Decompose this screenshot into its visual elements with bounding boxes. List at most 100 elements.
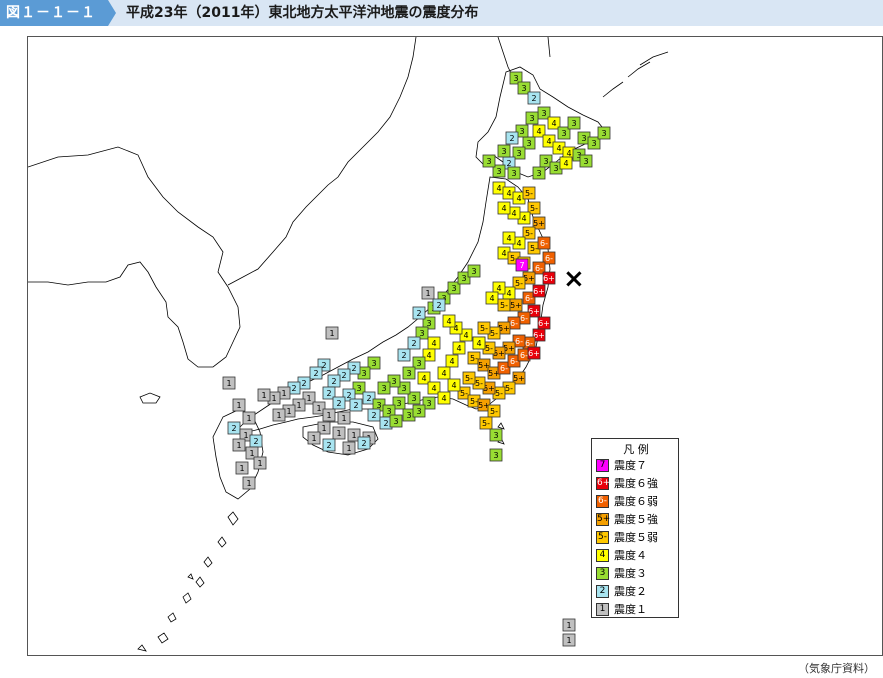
legend-label: 震度６弱 <box>614 495 658 508</box>
station-marker: 2 <box>327 374 341 388</box>
svg-text:5-: 5- <box>460 389 468 398</box>
legend-item: 4 震度４ <box>596 547 678 565</box>
station-marker: 4 <box>502 231 516 245</box>
svg-text:1: 1 <box>281 389 286 398</box>
svg-text:6-: 6- <box>520 351 528 360</box>
svg-text:3: 3 <box>426 399 431 408</box>
svg-text:2: 2 <box>383 419 388 428</box>
map-svg: 33234333334444 333233332334 33334445-5-444… <box>28 37 669 652</box>
intensity-map: 3 3 2 3 4 3 3 3 3 3 4 4 4 4 3 3 3 2 3 3 3 3 2 3 3 4 3 3 3 3 4 4 4 5- 5- 4 4 4… <box>27 36 883 656</box>
legend-title: 凡 例 <box>623 443 649 456</box>
svg-text:6+: 6+ <box>538 319 550 328</box>
svg-text:1: 1 <box>286 407 291 416</box>
station-marker: 5- <box>522 186 536 200</box>
svg-text:4: 4 <box>456 344 461 353</box>
svg-text:2: 2 <box>509 134 514 143</box>
station-marker: 3 <box>567 116 581 130</box>
svg-text:5+: 5+ <box>510 301 522 310</box>
legend-swatch: 6+ <box>596 477 611 490</box>
station-marker: 6+ <box>542 271 556 285</box>
station-marker: 3 <box>497 144 511 158</box>
svg-text:1: 1 <box>566 636 571 645</box>
svg-text:4: 4 <box>551 119 556 128</box>
station-marker: 2 <box>407 336 421 350</box>
svg-text:6-: 6- <box>525 294 533 303</box>
svg-text:5-: 5- <box>525 229 533 238</box>
legend-label: 震度５弱 <box>614 531 658 544</box>
svg-text:4: 4 <box>489 294 494 303</box>
svg-text:2: 2 <box>353 401 358 410</box>
svg-text:3: 3 <box>543 157 548 166</box>
legend-swatch: 5- <box>596 531 609 544</box>
legend-item: 2 震度２ <box>596 583 678 601</box>
svg-text:3: 3 <box>361 369 366 378</box>
svg-text:1: 1 <box>236 401 241 410</box>
svg-text:2: 2 <box>336 399 341 408</box>
svg-text:4: 4 <box>506 289 511 298</box>
svg-text:4: 4 <box>563 159 568 168</box>
svg-text:4: 4 <box>496 184 501 193</box>
legend-swatch: 4 <box>596 549 609 562</box>
station-marker: 5- <box>497 298 511 312</box>
legend-label: 震度６強 <box>614 477 658 490</box>
legend-label: 震度１ <box>614 603 647 616</box>
svg-text:4: 4 <box>476 339 481 348</box>
svg-text:1: 1 <box>316 404 321 413</box>
station-marker: 3 <box>579 154 593 168</box>
station-marker: 2 <box>367 408 381 422</box>
svg-text:3: 3 <box>581 134 586 143</box>
svg-text:2: 2 <box>531 94 536 103</box>
svg-text:5-: 5- <box>505 384 513 393</box>
svg-text:2: 2 <box>326 389 331 398</box>
legend-item: 6+ 震度６強 <box>596 475 678 493</box>
station-marker: 1 <box>562 618 576 632</box>
legend-item: 5- 震度５弱 <box>596 529 678 547</box>
svg-text:6-: 6- <box>545 254 553 263</box>
legend-item: 7 震度７ <box>596 457 678 475</box>
svg-text:2: 2 <box>313 369 318 378</box>
svg-text:6-: 6- <box>540 239 548 248</box>
station-marker: 1 <box>232 438 246 452</box>
svg-text:2: 2 <box>436 301 441 310</box>
svg-text:6-: 6- <box>515 337 523 346</box>
station-marker: 3 <box>402 366 416 380</box>
svg-text:4: 4 <box>441 369 446 378</box>
svg-text:1: 1 <box>261 391 266 400</box>
station-marker: 4 <box>442 314 456 328</box>
station-marker: 2 <box>249 434 263 448</box>
svg-text:4: 4 <box>441 394 446 403</box>
svg-text:1: 1 <box>296 401 301 410</box>
station-marker: 1 <box>222 376 236 390</box>
station-marker: 1 <box>272 408 286 422</box>
svg-text:3: 3 <box>371 359 376 368</box>
svg-text:4: 4 <box>506 189 511 198</box>
station-marker: 3 <box>597 126 611 140</box>
svg-text:3: 3 <box>501 147 506 156</box>
svg-text:3: 3 <box>493 431 498 440</box>
station-marker: 1 <box>242 411 256 425</box>
svg-text:3: 3 <box>516 149 521 158</box>
svg-text:5-: 5- <box>470 354 478 363</box>
svg-text:4: 4 <box>536 127 541 136</box>
svg-text:3: 3 <box>406 411 411 420</box>
svg-text:4: 4 <box>426 351 431 360</box>
station-marker: 4 <box>485 291 499 305</box>
svg-text:5-: 5- <box>475 379 483 388</box>
svg-text:2: 2 <box>371 411 376 420</box>
svg-text:5-: 5- <box>470 397 478 406</box>
epicenter-marker: × <box>563 264 585 294</box>
station-marker: 2 <box>349 398 363 412</box>
svg-text:2: 2 <box>326 441 331 450</box>
station-marker: 4 <box>445 354 459 368</box>
legend-label: 震度２ <box>614 585 647 598</box>
legend-label: 震度７ <box>614 459 647 472</box>
station-marker: 2 <box>412 306 426 320</box>
svg-text:5-: 5- <box>515 279 523 288</box>
station-marker: 6+ <box>527 346 541 360</box>
svg-text:5-: 5- <box>465 374 473 383</box>
legend-swatch: 1 <box>596 603 609 616</box>
svg-text:3: 3 <box>393 417 398 426</box>
svg-text:4: 4 <box>546 137 551 146</box>
station-marker: 1 <box>421 286 435 300</box>
svg-text:3: 3 <box>541 109 546 118</box>
